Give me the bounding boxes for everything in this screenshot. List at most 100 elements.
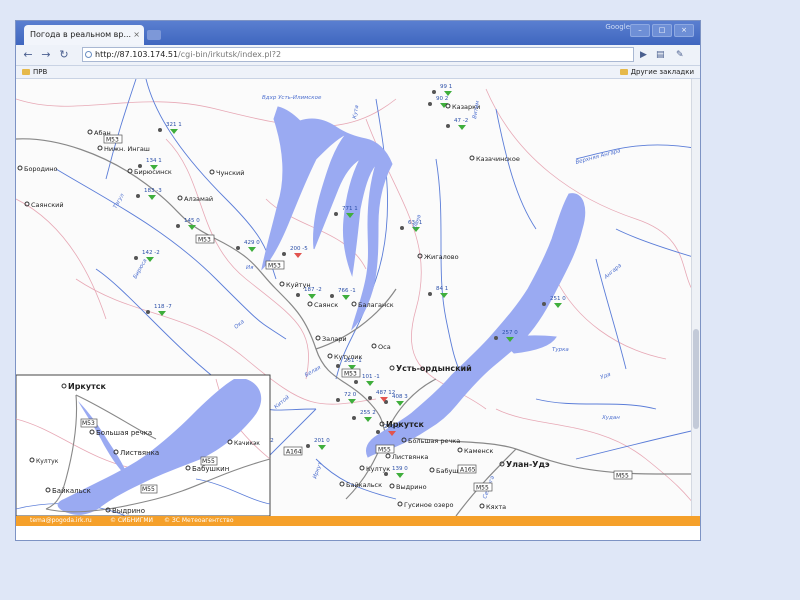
url-path: /cgi-bin/irkutsk/index.pl?2 <box>178 50 282 59</box>
station-marker[interactable] <box>440 293 448 298</box>
city-dot <box>469 155 475 161</box>
inset-label: Байкальск <box>52 487 91 495</box>
forward-icon[interactable]: → <box>38 47 54 63</box>
station-reading: 90 2 <box>436 96 448 102</box>
road-number: M53 <box>106 137 119 144</box>
city-label: Залари <box>322 335 347 343</box>
city-label: Жигалово <box>424 253 459 261</box>
station-marker[interactable] <box>248 247 256 252</box>
station-marker[interactable] <box>554 303 562 308</box>
city-dot <box>17 165 23 171</box>
city-label: Бирюсинск <box>134 168 172 176</box>
browser-tab[interactable]: Погода в реальном вр... × <box>24 25 144 45</box>
water-label: Китой <box>273 394 291 410</box>
station-cloud-icon <box>432 90 436 94</box>
city-dot <box>359 465 365 471</box>
city-label: Кяхта <box>486 503 506 511</box>
water-label: Тагул <box>113 192 127 210</box>
station-cloud-icon <box>136 194 140 198</box>
station-marker[interactable] <box>308 294 316 299</box>
footer-org1[interactable]: © СИБНИГМИ <box>110 516 153 526</box>
water-label: Ока <box>233 318 246 330</box>
inset-label: Большая речка <box>96 429 152 437</box>
station-reading: 145 0 <box>184 218 200 224</box>
station-cloud-icon <box>336 398 340 402</box>
station-cloud-icon <box>354 380 358 384</box>
city-dot <box>479 503 485 509</box>
inset-label: Качикэк <box>234 440 260 447</box>
station-marker[interactable] <box>458 125 466 130</box>
reload-icon[interactable]: ↻ <box>56 47 72 63</box>
station-marker[interactable] <box>366 381 374 386</box>
station-reading: 251 0 <box>550 296 566 302</box>
browser-window: Погода в реальном вр... × Google – □ × ←… <box>16 21 700 540</box>
address-bar[interactable]: http://87.103.174.51/cgi-bin/irkutsk/ind… <box>82 47 634 62</box>
back-icon[interactable]: ← <box>20 47 36 63</box>
city-dot <box>87 129 93 135</box>
city-dot <box>327 353 333 359</box>
map-canvas: 321 1 134 1 183 -3 145 0 429 0 200 -5 142 -2 11… <box>16 79 700 516</box>
minimize-icon[interactable]: – <box>630 24 650 37</box>
maximize-icon[interactable]: □ <box>652 24 672 37</box>
tab-title: Погода в реальном вр... <box>30 30 132 39</box>
station-marker[interactable] <box>342 295 350 300</box>
city-label: Казачинское <box>476 155 520 163</box>
city-label: Саянск <box>314 301 338 309</box>
wrench-icon[interactable]: ✎ <box>676 47 684 63</box>
city-dot <box>371 343 377 349</box>
water-label: Ия <box>246 265 254 271</box>
station-reading: 201 0 <box>314 438 330 444</box>
station-cloud-icon <box>236 246 240 250</box>
station-marker[interactable] <box>148 195 156 200</box>
station-cloud-icon <box>146 310 150 314</box>
station-cloud-icon <box>446 124 450 128</box>
footer-email[interactable]: tema@pogoda.irk.ru <box>30 516 92 526</box>
road-number: M53 <box>344 371 357 378</box>
station-reading: 134 1 <box>146 158 162 164</box>
city-dot <box>389 483 395 489</box>
city-dot <box>445 103 451 109</box>
footer-bar: tema@pogoda.irk.ru © СИБНИГМИ © ЗС Метео… <box>16 516 700 526</box>
station-marker[interactable] <box>364 417 372 422</box>
city-label: Выдрино <box>396 483 427 491</box>
inset-label: Бабушкин <box>192 465 229 473</box>
vertical-scrollbar[interactable] <box>691 79 700 516</box>
station-reading: 72 0 <box>344 392 357 398</box>
water-label: Ангара <box>603 262 624 281</box>
other-bookmarks[interactable]: Другие закладки <box>619 66 694 78</box>
station-marker[interactable] <box>396 473 404 478</box>
city-dot <box>339 481 345 487</box>
page-menu-icon[interactable]: ▤ <box>656 47 665 63</box>
city-label: Усть-ордынский <box>396 364 472 373</box>
water-label: Вдхр Усть-Илимское <box>262 95 322 101</box>
station-marker[interactable] <box>158 311 166 316</box>
city-label: Куйтун <box>286 281 311 289</box>
inset-label: Выдрино <box>112 507 145 515</box>
weather-map[interactable]: 321 1 134 1 183 -3 145 0 429 0 200 -5 142 -2 11… <box>16 79 700 516</box>
tab-close-icon[interactable]: × <box>133 25 140 45</box>
station-reading: 47 -2 <box>454 118 468 124</box>
station-cloud-icon <box>428 102 432 106</box>
station-marker[interactable] <box>294 253 302 258</box>
inset-map[interactable]: Иркутск Большая речка Листвянка Бабушкин Бай… <box>16 374 271 516</box>
folder-icon <box>22 69 30 75</box>
city-dot <box>429 467 435 473</box>
station-marker[interactable] <box>318 445 326 450</box>
bookmark-prv[interactable]: ПРВ <box>22 66 47 78</box>
new-tab-button[interactable] <box>147 30 161 40</box>
scroll-thumb[interactable] <box>693 329 699 429</box>
title-bar: Погода в реальном вр... × Google – □ × <box>16 21 700 45</box>
station-reading: 101 -1 <box>362 374 380 380</box>
city-label: Оса <box>378 343 391 351</box>
inset-label: Култук <box>36 458 59 465</box>
footer-org2[interactable]: © ЗС Метеоагентство <box>164 516 234 526</box>
city-dot <box>389 365 395 371</box>
inset-label: M53 <box>82 420 95 427</box>
close-window-icon[interactable]: × <box>674 24 694 37</box>
go-icon[interactable]: ▶ <box>640 47 647 63</box>
city-label: Кутулик <box>334 353 362 361</box>
station-reading: 429 0 <box>244 240 260 246</box>
road-number: A165 <box>460 467 476 474</box>
bookmarks-bar: ПРВ Другие закладки <box>16 66 700 79</box>
station-cloud-icon <box>296 293 300 297</box>
